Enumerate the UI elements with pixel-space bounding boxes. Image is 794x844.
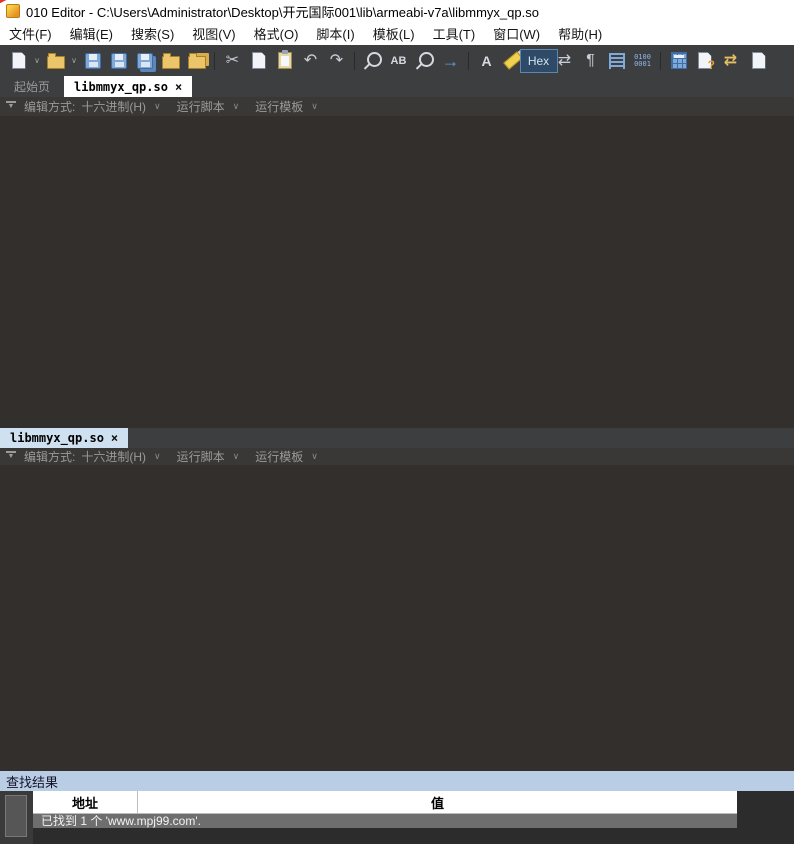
redo-icon[interactable]: ↷ (324, 48, 349, 73)
find-in-files-icon[interactable] (412, 48, 437, 73)
copy-icon[interactable] (246, 48, 271, 73)
save-as-icon[interactable] (106, 48, 131, 73)
menu-item[interactable]: 视图(V) (183, 24, 244, 43)
open-file-icon[interactable] (43, 48, 68, 73)
open-file-caret[interactable]: ∨ (69, 56, 79, 65)
menu-item[interactable]: 文件(F) (0, 24, 61, 43)
new-file-caret[interactable]: ∨ (32, 56, 42, 65)
title-bar: 010 Editor - C:\Users\Administrator\Desk… (0, 0, 794, 22)
column-header-value[interactable]: 值 (138, 791, 737, 813)
replace-icon[interactable]: AB (386, 48, 411, 73)
collapse-icon[interactable]: ▼ (6, 101, 16, 112)
hex-editor-pane-bottom: ▼ 编辑方式: 十六进制(H) ∨ 运行脚本 ∨ 运行模板 ∨ (0, 448, 794, 771)
clipped-edge-icon[interactable] (746, 48, 771, 73)
edit-mode-label: 编辑方式: (24, 448, 75, 465)
toolbar-separator (210, 50, 219, 72)
save-icon[interactable] (80, 48, 105, 73)
toolbar: ∨∨✂↶↷AB→AHex⇄¶01000001?⇄ (0, 45, 794, 76)
word-wrap-icon[interactable]: ⇄ (552, 48, 577, 73)
undo-icon[interactable]: ↶ (298, 48, 323, 73)
find-results-panel: 查找结果 地址 值 已找到 1 个 'www.mpj99.com'. (0, 771, 794, 844)
edit-mode-label: 编辑方式: (24, 98, 75, 115)
tab-start-page[interactable]: 起始页 (0, 76, 64, 97)
chevron-down-icon[interactable]: ∨ (233, 451, 240, 462)
menu-bar: 文件(F)编辑(E)搜索(S)视图(V)格式(O)脚本(I)模板(L)工具(T)… (0, 22, 794, 46)
paste-icon[interactable] (272, 48, 297, 73)
find-results-table: 地址 值 已找到 1 个 'www.mpj99.com'. (33, 791, 737, 844)
cut-icon[interactable]: ✂ (220, 48, 245, 73)
tab-bar: 起始页 libmmyx_qp.so × (0, 76, 794, 97)
goto-icon[interactable]: → (438, 48, 463, 73)
find-icon[interactable] (360, 48, 385, 73)
copy-files-icon[interactable] (184, 48, 209, 73)
columns-icon[interactable] (604, 48, 629, 73)
menu-item[interactable]: 工具(T) (424, 24, 485, 43)
menu-item[interactable]: 格式(O) (245, 24, 308, 43)
tab-bar-bottom: libmmyx_qp.so × (0, 428, 794, 448)
edit-mode-dropdown[interactable]: 十六进制(H) (81, 98, 146, 115)
menu-item[interactable]: 帮助(H) (549, 24, 611, 43)
chevron-down-icon[interactable]: ∨ (154, 101, 161, 112)
file-help-icon[interactable]: ? (692, 48, 717, 73)
menu-item[interactable]: 搜索(S) (122, 24, 183, 43)
tab-close-icon[interactable]: × (111, 431, 118, 445)
new-file-icon[interactable] (6, 48, 31, 73)
find-summary-row[interactable]: 已找到 1 个 'www.mpj99.com'. (33, 814, 737, 828)
binary-view-icon[interactable]: 01000001 (630, 48, 655, 73)
toolbar-separator (464, 50, 473, 72)
run-script-dropdown[interactable]: 运行脚本 (177, 448, 225, 465)
hex-mode-button[interactable]: Hex (526, 48, 551, 73)
find-results-title: 查找结果 (0, 771, 794, 791)
column-header-address[interactable]: 地址 (33, 791, 138, 813)
run-template-dropdown[interactable]: 运行模板 (255, 98, 303, 115)
edit-mode-dropdown[interactable]: 十六进制(H) (81, 448, 146, 465)
open-folder-icon[interactable] (158, 48, 183, 73)
find-summary-text: 已找到 1 个 'www.mpj99.com'. (33, 814, 201, 828)
chevron-down-icon[interactable]: ∨ (233, 101, 240, 112)
editor-options-bar: ▼ 编辑方式: 十六进制(H) ∨ 运行脚本 ∨ 运行模板 ∨ (0, 97, 794, 116)
calculator-icon[interactable] (666, 48, 691, 73)
toolbar-separator (656, 50, 665, 72)
pilcrow-icon[interactable]: ¶ (578, 48, 603, 73)
collapse-icon[interactable]: ▼ (6, 451, 16, 462)
font-icon[interactable]: A (474, 48, 499, 73)
hex-editor-pane-top: ▼ 编辑方式: 十六进制(H) ∨ 运行脚本 ∨ 运行模板 ∨ (0, 97, 794, 428)
save-all-icon[interactable] (132, 48, 157, 73)
editor-options-bar: ▼ 编辑方式: 十六进制(H) ∨ 运行脚本 ∨ 运行模板 ∨ (0, 448, 794, 465)
run-template-dropdown[interactable]: 运行模板 (255, 448, 303, 465)
menu-item[interactable]: 编辑(E) (61, 24, 122, 43)
tab-file-active-bottom[interactable]: libmmyx_qp.so × (0, 428, 128, 448)
tab-file-label: libmmyx_qp.so (10, 431, 104, 445)
app-icon (6, 4, 20, 18)
panel-side-strip (0, 791, 33, 844)
toolbar-separator (350, 50, 359, 72)
find-results-header: 地址 值 (33, 791, 737, 814)
panel-grip-button[interactable] (5, 795, 27, 837)
tab-file-active[interactable]: libmmyx_qp.so × (64, 76, 192, 97)
menu-item[interactable]: 窗口(W) (484, 24, 549, 43)
window-title: 010 Editor - C:\Users\Administrator\Desk… (26, 2, 539, 21)
chevron-down-icon[interactable]: ∨ (154, 451, 161, 462)
menu-item[interactable]: 模板(L) (364, 24, 424, 43)
chevron-down-icon[interactable]: ∨ (311, 451, 318, 462)
tab-close-icon[interactable]: × (175, 80, 182, 94)
app-window: { "window": { "title": "010 Editor - C:\… (0, 0, 794, 844)
chevron-down-icon[interactable]: ∨ (311, 101, 318, 112)
run-script-dropdown[interactable]: 运行脚本 (177, 98, 225, 115)
menu-item[interactable]: 脚本(I) (307, 24, 363, 43)
tab-file-label: libmmyx_qp.so (74, 80, 168, 94)
compare-icon[interactable]: ⇄ (718, 48, 743, 73)
